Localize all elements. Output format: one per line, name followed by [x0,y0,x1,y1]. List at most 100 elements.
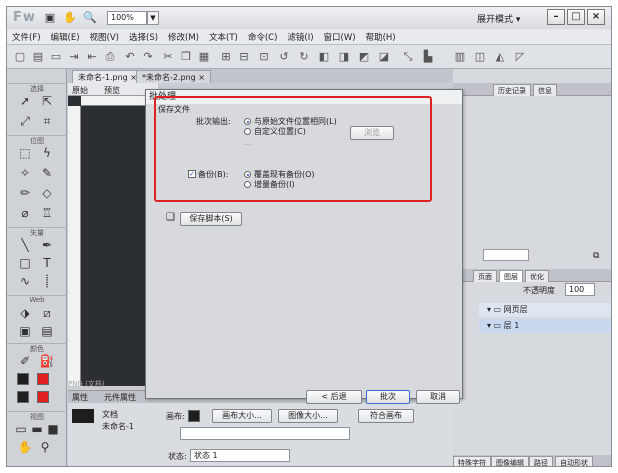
arrange-icon[interactable]: ◩ [357,50,371,64]
stroke-color-swatch[interactable] [17,373,29,385]
arrange-back-icon[interactable]: ◪ [377,50,391,64]
hide-slices-icon[interactable]: ▣ [17,323,33,339]
tab-layers[interactable]: 图层 [499,270,523,282]
tab-properties[interactable]: 属性 [72,392,88,403]
maximize-button[interactable]: □ [567,9,585,25]
layer-1[interactable]: ▾ ▭ 层 1 [479,319,611,333]
import-icon[interactable]: ⇥ [67,50,81,64]
backup-checkbox[interactable]: ✓ [188,170,196,178]
eraser-tool-icon[interactable]: ◇ [39,185,55,201]
knife-tool-icon[interactable]: ⸽ [39,273,55,289]
rotate-right-icon[interactable]: ↻ [297,50,311,64]
menu-select[interactable]: 选择(S) [124,29,163,45]
tab-pages[interactable]: 页面 [473,270,497,282]
menu-file[interactable]: 文件(F) [7,29,46,45]
menu-filters[interactable]: 滤镜(I) [282,29,318,45]
canvas-size-button[interactable]: 画布大小... [212,409,272,423]
canvas-select[interactable] [180,427,350,440]
layer-web[interactable]: ▾ ▭ 网页层 [479,303,611,317]
zoom-tool-icon[interactable]: ⚲ [37,439,53,455]
state-select[interactable]: 状态 1 [190,449,290,462]
line-tool-icon[interactable]: ╲ [17,237,33,253]
text-tool-icon[interactable]: T [39,255,55,271]
skew-icon[interactable]: ◸ [513,50,527,64]
hand-tool-icon[interactable]: ✋ [17,439,33,455]
tab-symbol-properties[interactable]: 元件属性 [104,392,136,403]
browse-button[interactable]: 浏览 [350,126,394,140]
align-icon[interactable]: ⊡ [257,50,271,64]
hand-icon[interactable]: ✋ [63,11,77,25]
workspace-switcher[interactable]: 展开模式 ▾ [477,12,520,25]
group-icon[interactable]: ⊞ [219,50,233,64]
marquee-tool-icon[interactable]: ⬚ [17,145,33,161]
crop-tool-icon[interactable]: ⌗ [39,113,55,129]
vector-icon[interactable]: ◫ [473,50,487,64]
save-icon[interactable]: ▭ [49,50,63,64]
scale-icon[interactable]: ⤡ [401,50,415,64]
menu-modify[interactable]: 修改(M) [163,29,204,45]
image-size-button[interactable]: 图像大小... [278,409,338,423]
eyedropper-tool-icon[interactable]: ✐ [17,353,33,369]
tab-path[interactable]: 路径 [529,456,553,466]
view-original-tab[interactable]: 原始 [72,85,88,96]
minimize-button[interactable]: – [547,9,565,25]
full-screen-icon[interactable]: ■ [45,421,61,437]
tab-image-edit[interactable]: 图像编辑 [491,456,529,466]
menu-edit[interactable]: 编辑(E) [46,29,85,45]
output-same-location-radio[interactable] [244,118,251,125]
zoom-field[interactable]: 100% [107,11,147,25]
zoom-icon[interactable]: 🔍 [83,11,97,25]
pencil-tool-icon[interactable]: ✏ [17,185,33,201]
open-icon[interactable]: ▤ [31,50,45,64]
opacity-field[interactable]: 100 [565,283,595,296]
brush-tool-icon[interactable]: ✎ [39,165,55,181]
scale-tool-icon[interactable]: ⤢ [17,113,33,129]
tab-optimize[interactable]: 优化 [525,270,549,282]
stamp-tool-icon[interactable]: ♖ [39,205,55,221]
show-slices-icon[interactable]: ▤ [39,323,55,339]
menu-commands[interactable]: 命令(C) [243,29,283,45]
panel-field[interactable] [483,249,529,261]
tab-doc-1[interactable]: 未命名-1.png × [72,70,143,83]
tab-doc-2[interactable]: *未命名-2.png × [136,70,211,83]
rotate-left-icon[interactable]: ↺ [277,50,291,64]
menu-help[interactable]: 帮助(H) [361,29,401,45]
stroke-swatch-small[interactable] [17,391,29,403]
distribute-icon[interactable]: ▙ [421,50,435,64]
redo-icon[interactable]: ↷ [141,50,155,64]
standard-screen-icon[interactable]: ▭ [13,421,29,437]
menu-view[interactable]: 视图(V) [85,29,124,45]
print-icon[interactable]: ⎙ [103,50,117,64]
backup-overwrite-radio[interactable] [244,171,251,178]
subselect-tool-icon[interactable]: ⇱ [39,93,55,109]
cut-icon[interactable]: ✂ [161,50,175,64]
export-icon[interactable]: ⇤ [85,50,99,64]
ungroup-icon[interactable]: ⊟ [237,50,251,64]
wand-tool-icon[interactable]: ✧ [17,165,33,181]
fill-color-swatch[interactable] [37,373,49,385]
fit-canvas-button[interactable]: 符合画布 [358,409,414,423]
back-button[interactable]: < 后退 [306,390,362,404]
canvas-color-swatch[interactable] [188,410,200,422]
new-doc-icon[interactable]: ▢ [13,50,27,64]
batch-button[interactable]: 批次 [366,390,410,404]
slice-tool-icon[interactable]: ⧄ [39,305,55,321]
bitmap-icon[interactable]: ▥ [453,50,467,64]
layout-icon[interactable]: ▣ [43,11,57,25]
copy-icon[interactable]: ❐ [179,50,193,64]
close-button[interactable]: × [587,9,605,25]
rectangle-tool-icon[interactable]: □ [17,255,33,271]
chart-icon[interactable]: ◭ [493,50,507,64]
fill-swatch-small[interactable] [37,391,49,403]
view-preview-tab[interactable]: 预览 [104,85,120,96]
full-screen-menu-icon[interactable]: ▬ [29,421,45,437]
menu-window[interactable]: 窗口(W) [319,29,361,45]
lasso-tool-icon[interactable]: ϟ [39,145,55,161]
paint-bucket-tool-icon[interactable]: ⛽ [39,353,55,369]
undo-icon[interactable]: ↶ [123,50,137,64]
hotspot-tool-icon[interactable]: ⬗ [17,305,33,321]
zoom-dropdown[interactable]: ▼ [147,11,159,25]
blur-tool-icon[interactable]: ⌀ [17,205,33,221]
tab-info[interactable]: 信息 [533,84,557,96]
tab-special-chars[interactable]: 特殊字符 [453,456,491,466]
